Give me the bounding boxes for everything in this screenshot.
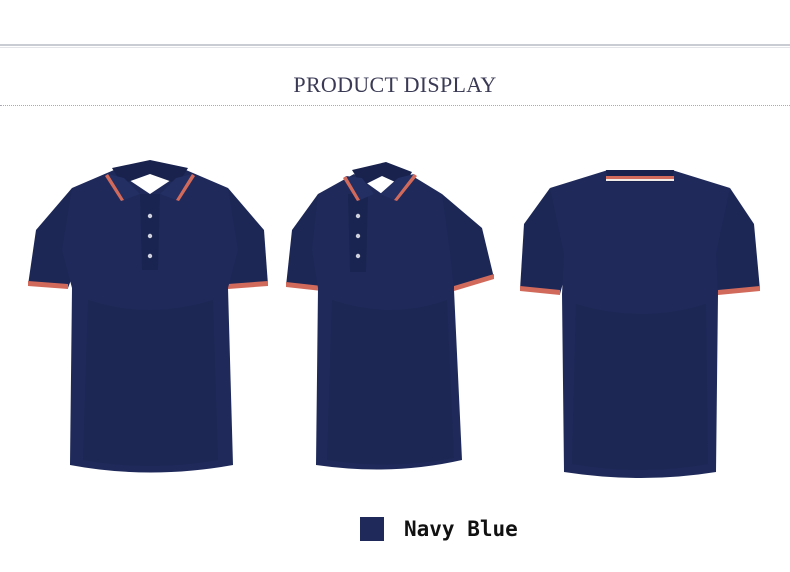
color-option: Navy Blue xyxy=(360,517,518,541)
title-divider xyxy=(0,105,790,106)
color-label: Navy Blue xyxy=(404,517,518,541)
polo-shirt-back-image xyxy=(516,164,766,482)
color-swatch xyxy=(360,517,384,541)
top-divider xyxy=(0,44,790,48)
polo-shirt-angled-image xyxy=(282,160,497,478)
section-title: PRODUCT DISPLAY xyxy=(293,72,497,97)
polo-shirt-front-image xyxy=(28,160,273,478)
